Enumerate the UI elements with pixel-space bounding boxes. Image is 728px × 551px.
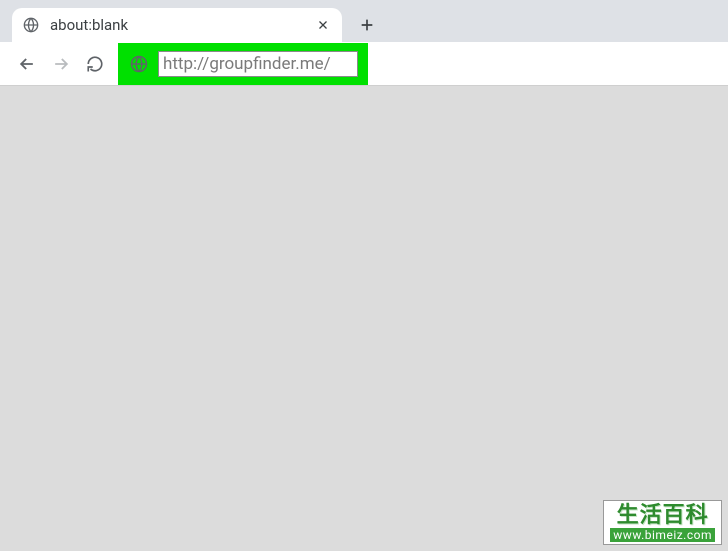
tab-strip: about:blank [0,0,728,42]
browser-tab[interactable]: about:blank [12,8,342,42]
watermark-url: www.bimeiz.com [610,528,715,542]
address-bar-input[interactable] [158,51,358,77]
new-tab-button[interactable] [352,10,382,40]
page-viewport [0,90,728,551]
address-bar-highlight [118,43,368,85]
watermark-text: 生活百科 [610,503,715,526]
back-button[interactable] [10,47,44,81]
reload-button[interactable] [78,47,112,81]
tab-title: about:blank [50,16,314,34]
site-info-icon[interactable] [128,53,150,75]
toolbar [0,42,728,86]
globe-icon [22,16,40,34]
forward-button[interactable] [44,47,78,81]
watermark: 生活百科 www.bimeiz.com [603,500,722,545]
close-tab-button[interactable] [314,16,332,34]
